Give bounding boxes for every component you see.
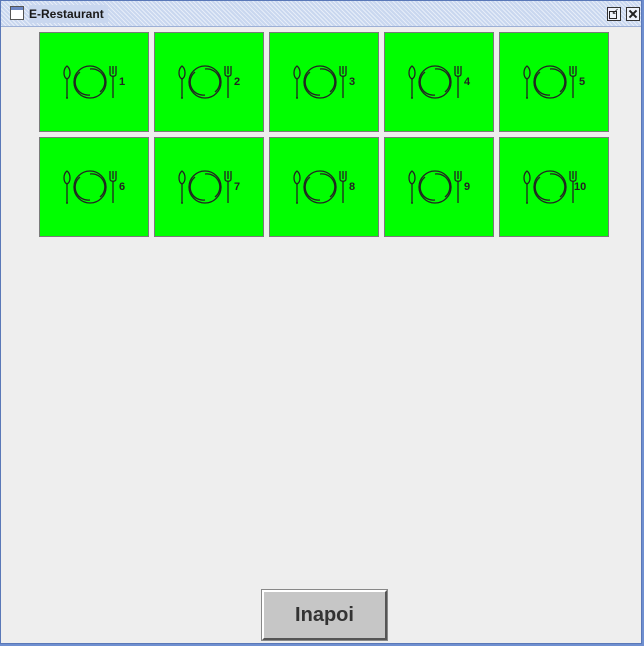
window-icon — [10, 6, 24, 20]
plate-cutlery-icon — [523, 170, 577, 204]
restore-icon[interactable]: ↙ — [607, 7, 621, 21]
plate-cutlery-icon — [408, 65, 462, 99]
plate-cutlery-icon — [178, 65, 232, 99]
plate-cutlery-icon — [293, 65, 347, 99]
table-number: 1 — [119, 76, 126, 88]
table-number: 6 — [119, 181, 126, 193]
title-bar[interactable]: E-Restaurant ↙ — [1, 1, 641, 27]
close-icon[interactable] — [626, 7, 640, 21]
table-number: 10 — [574, 181, 587, 193]
table-button-4[interactable]: 4 — [384, 32, 494, 132]
table-number: 3 — [349, 76, 356, 88]
table-button-3[interactable]: 3 — [269, 32, 379, 132]
table-button-9[interactable]: 9 — [384, 137, 494, 237]
plate-cutlery-icon — [293, 170, 347, 204]
table-button-7[interactable]: 7 — [154, 137, 264, 237]
plate-cutlery-icon — [63, 170, 117, 204]
plate-cutlery-icon — [523, 65, 577, 99]
window-title: E-Restaurant — [29, 5, 108, 23]
table-button-8[interactable]: 8 — [269, 137, 379, 237]
table-number: 2 — [234, 76, 241, 88]
table-number: 9 — [464, 181, 471, 193]
table-button-5[interactable]: 5 — [499, 32, 609, 132]
table-number: 5 — [579, 76, 586, 88]
plate-cutlery-icon — [178, 170, 232, 204]
table-button-1[interactable]: 1 — [39, 32, 149, 132]
table-number: 4 — [464, 76, 471, 88]
table-number: 7 — [234, 181, 241, 193]
table-button-6[interactable]: 6 — [39, 137, 149, 237]
app-window: E-Restaurant ↙ 1 2 3 4 5 6 7 8 9 10 Inapoi — [0, 0, 642, 644]
back-button[interactable]: Inapoi — [261, 589, 388, 641]
plate-cutlery-icon — [408, 170, 462, 204]
table-button-2[interactable]: 2 — [154, 32, 264, 132]
table-number: 8 — [349, 181, 356, 193]
table-button-10[interactable]: 10 — [499, 137, 609, 237]
plate-cutlery-icon — [63, 65, 117, 99]
